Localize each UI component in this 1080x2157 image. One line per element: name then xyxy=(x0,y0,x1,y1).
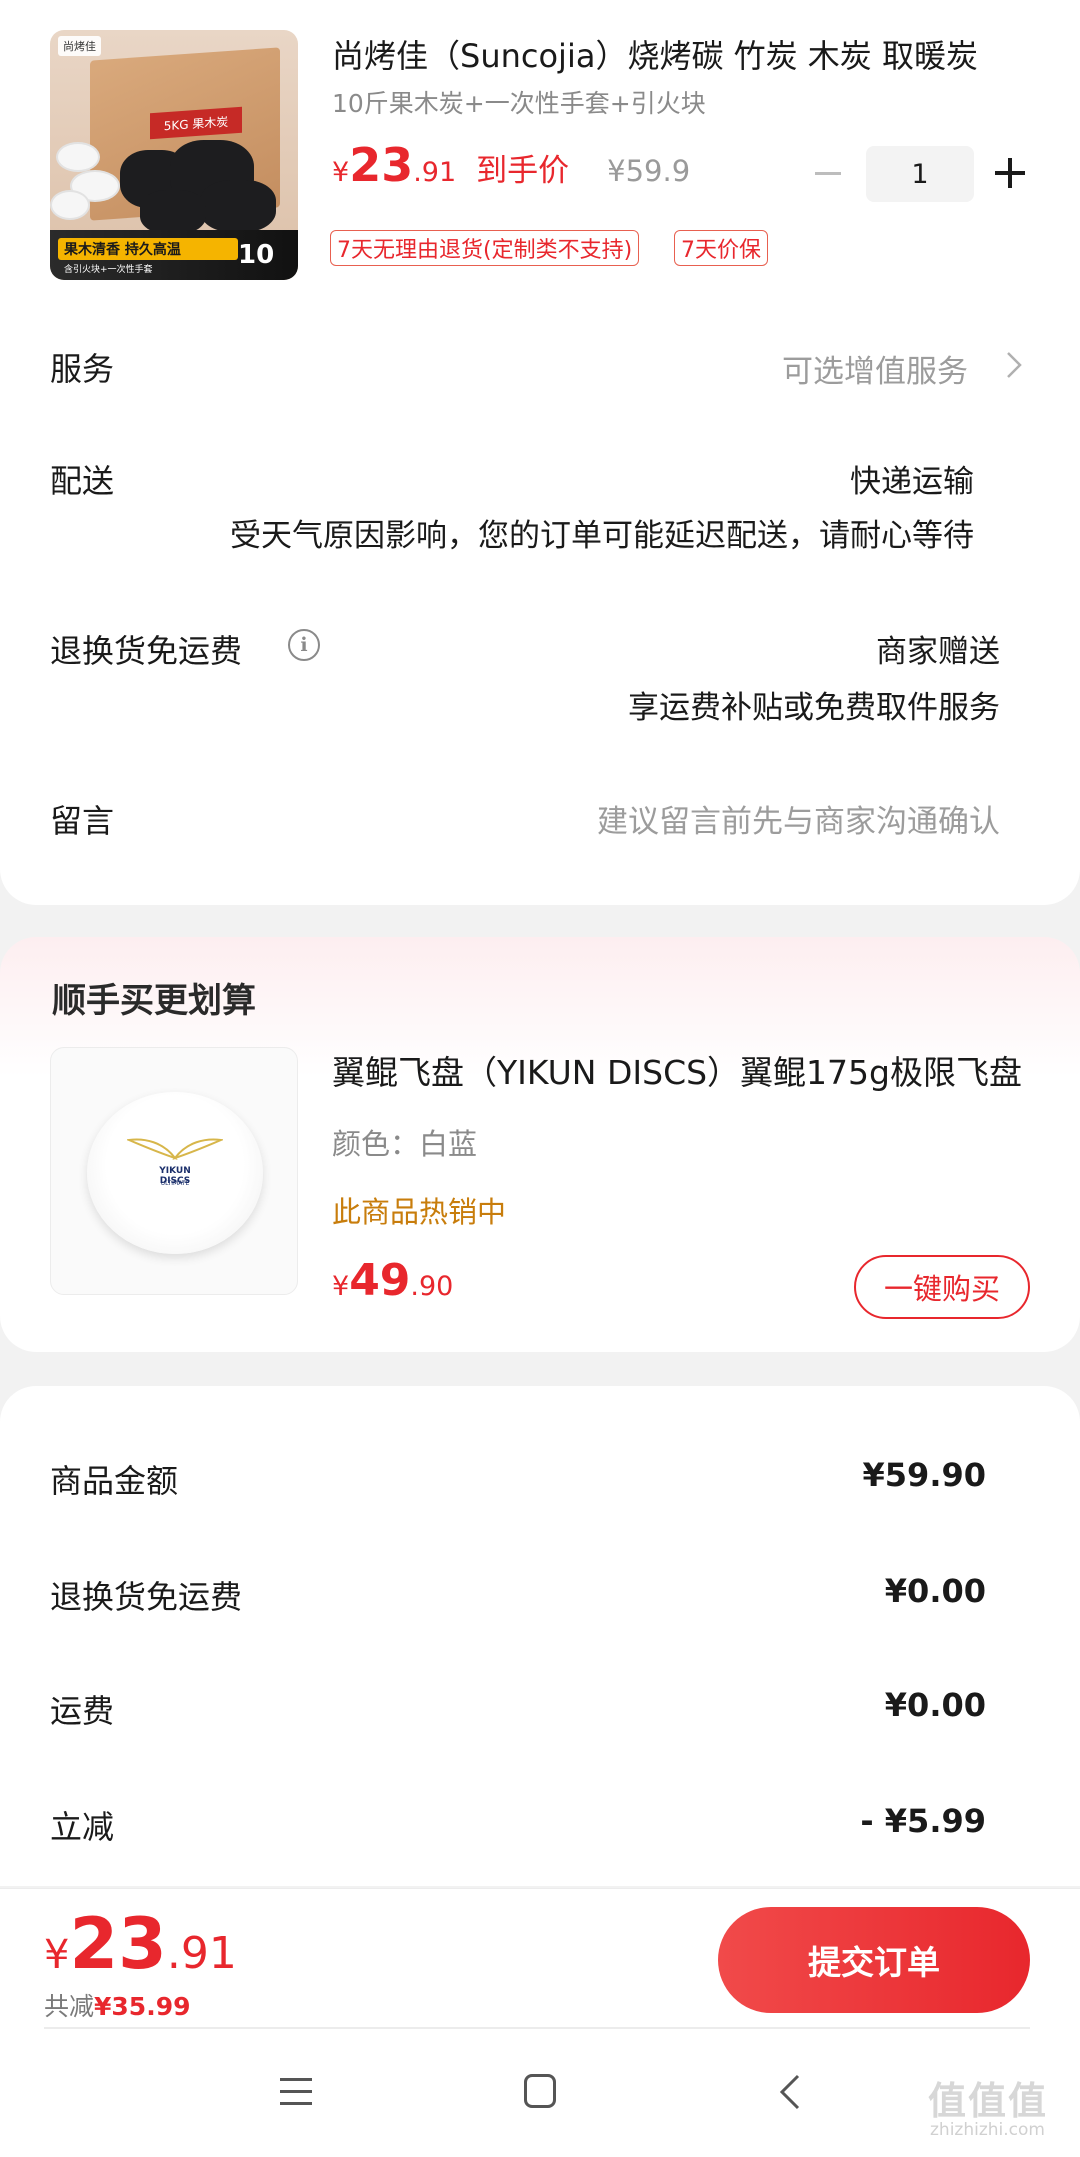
product-title[interactable]: 尚烤佳（Suncojia）烧烤碳 竹炭 木炭 取暖炭 xyxy=(332,34,1002,78)
total-price-currency: ¥ xyxy=(44,1932,70,1978)
total-price: ¥ 23 .91 xyxy=(44,1903,237,1985)
recommendation-price: ¥ 49 .90 xyxy=(332,1255,453,1306)
delivery-note: 受天气原因影响，您的订单可能延迟配送，请耐心等待 xyxy=(230,518,974,554)
fire-starter-tablet xyxy=(56,142,100,172)
product-card: 5KG 果木炭 尚烤佳 果木清香 持久高温 含引火块+一次性手套 10斤 尚烤佳… xyxy=(0,0,1080,905)
brand-mark: 尚烤佳 xyxy=(58,36,101,56)
info-icon[interactable]: i xyxy=(288,629,320,661)
disc-sub-text: ULTIMATE xyxy=(160,1180,190,1187)
price-integer: 23 xyxy=(349,138,414,192)
total-saving-label: 共减 xyxy=(44,1992,95,2021)
price-row: ¥ 23 .91 到手价 ¥59.9 xyxy=(332,138,690,198)
total-saving[interactable]: 共减¥35.99 xyxy=(44,1987,191,2023)
submit-order-button[interactable]: 提交订单 xyxy=(718,1907,1030,2013)
menu-icon[interactable] xyxy=(280,2078,312,2106)
one-click-buy-button[interactable]: 一键购买 xyxy=(854,1255,1030,1319)
original-price: ¥59.9 xyxy=(607,154,691,188)
return-freight-fee-value: ¥0.00 xyxy=(884,1572,986,1610)
return-policy-tag[interactable]: 7天无理由退货(定制类不支持) xyxy=(330,230,640,266)
price-protect-tag[interactable]: 7天价保 xyxy=(674,230,768,266)
discount-label: 立减 xyxy=(50,1808,115,1846)
price-currency: ¥ xyxy=(332,157,350,188)
watermark: 值值值 xyxy=(928,2079,1049,2123)
recommendation-card: 顺手买更划算 YIKUN DISCS ULTIMATE 翼鲲飞盘（YIKUN D… xyxy=(0,937,1080,1352)
charcoal-piece xyxy=(140,190,206,234)
recommendation-price-currency: ¥ xyxy=(332,1271,350,1302)
charcoal-piece xyxy=(200,180,276,232)
product-spec[interactable]: 10斤果木炭+一次性手套+引火块 xyxy=(332,84,1002,120)
total-saving-amount: ¥35.99 xyxy=(94,1992,191,2021)
fire-starter-tablet xyxy=(50,190,90,220)
return-freight-value: 商家赠送 xyxy=(876,634,1000,670)
image-banner-text: 果木清香 持久高温 xyxy=(58,238,238,260)
message-label: 留言 xyxy=(50,802,115,840)
price-decimal: .91 xyxy=(413,157,457,188)
message-input[interactable]: 建议留言前先与商家沟通确认 xyxy=(597,796,1000,841)
return-freight-note: 享运费补贴或免费取件服务 xyxy=(628,690,1000,726)
hot-selling-label: 此商品热销中 xyxy=(332,1195,507,1229)
recommendation-title: 顺手买更划算 xyxy=(52,981,256,1021)
service-label: 服务 xyxy=(50,350,115,388)
return-freight-label: 退换货免运费 xyxy=(50,632,243,670)
quantity-increase-button[interactable] xyxy=(990,150,1032,196)
return-freight-fee-label: 退换货免运费 xyxy=(50,1578,243,1616)
shipping-fee-value: ¥0.00 xyxy=(884,1686,986,1724)
service-value[interactable]: 可选增值服务 xyxy=(782,346,968,391)
shipping-fee-label: 运费 xyxy=(50,1692,115,1730)
subtotal-label: 商品金额 xyxy=(50,1462,179,1500)
chevron-right-icon[interactable] xyxy=(1004,350,1024,380)
subtotal-value: ¥59.90 xyxy=(862,1456,986,1494)
system-navigation-bar: 值值值 zhizhizhi.com xyxy=(0,2030,1080,2157)
checkout-bar: ¥ 23 .91 共减¥35.99 提交订单 xyxy=(0,1888,1080,2030)
final-price-label: 到手价 xyxy=(476,153,570,189)
watermark-url: zhizhizhi.com xyxy=(930,2120,1045,2140)
quantity-decrease-button[interactable] xyxy=(808,150,848,196)
recommendation-name[interactable]: 翼鲲飞盘（YIKUN DISCS）翼鲲175g极限飞盘 xyxy=(332,1051,1032,1095)
recommendation-image[interactable]: YIKUN DISCS ULTIMATE xyxy=(50,1047,298,1295)
divider xyxy=(44,2027,1030,2029)
quantity-value[interactable]: 1 xyxy=(866,146,974,202)
delivery-label: 配送 xyxy=(50,462,115,500)
product-image[interactable]: 5KG 果木炭 尚烤佳 果木清香 持久高温 含引火块+一次性手套 10斤 xyxy=(50,30,298,280)
home-icon[interactable] xyxy=(524,2074,556,2108)
image-banner-sub: 含引火块+一次性手套 xyxy=(64,265,153,275)
price-summary-card: 商品金额 ¥59.90 退换货免运费 ¥0.00 运费 ¥0.00 立减 - ¥… xyxy=(0,1386,1080,1886)
delivery-value[interactable]: 快递运输 xyxy=(850,456,974,501)
image-weight-badge: 10斤 xyxy=(238,240,275,270)
total-price-integer: 23 xyxy=(69,1903,167,1985)
recommendation-color: 颜色：白蓝 xyxy=(332,1127,478,1161)
minus-icon xyxy=(815,171,841,175)
total-price-decimal: .91 xyxy=(166,1928,237,1979)
recommendation-price-integer: 49 xyxy=(349,1255,411,1306)
recommendation-price-decimal: .90 xyxy=(410,1271,454,1302)
back-icon[interactable] xyxy=(778,2072,802,2112)
discount-value: - ¥5.99 xyxy=(860,1802,986,1840)
wing-logo-icon xyxy=(127,1138,223,1160)
